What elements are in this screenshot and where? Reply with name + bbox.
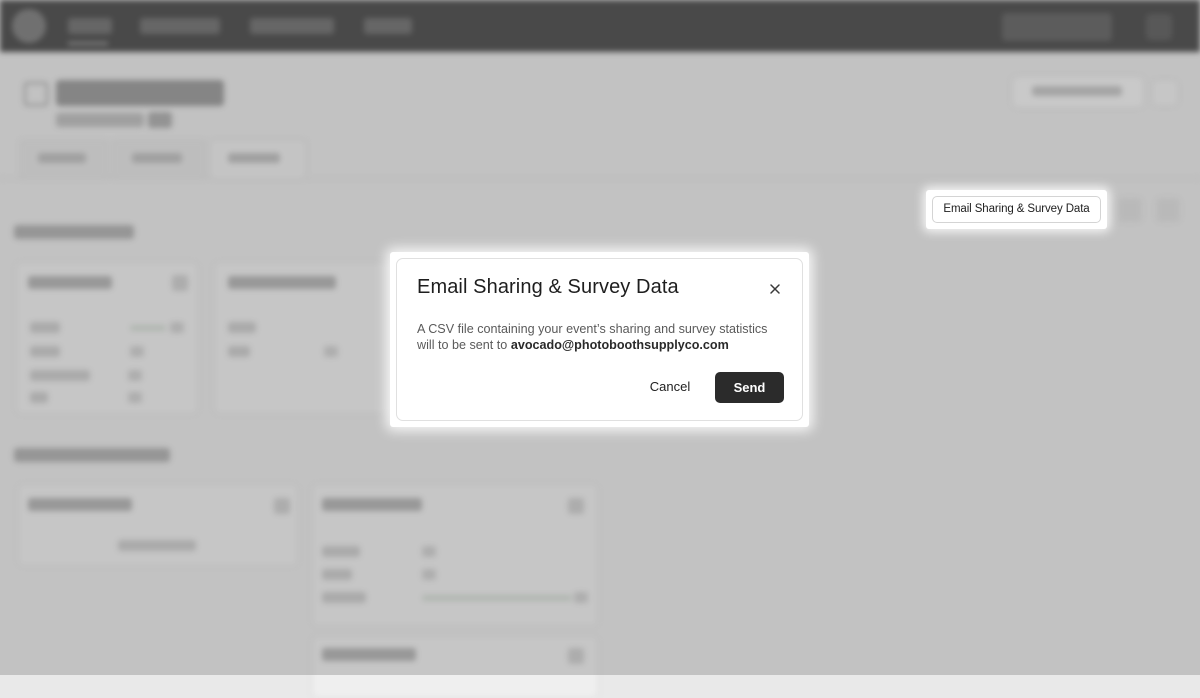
email-sharing-survey-data-button[interactable]: Email Sharing & Survey Data (932, 196, 1101, 223)
dialog-message: A CSV file containing your event’s shari… (417, 321, 787, 353)
cancel-button[interactable]: Cancel (637, 372, 703, 402)
send-button[interactable]: Send (715, 372, 784, 403)
recipient-email: avocado@photoboothsupplyco.com (510, 338, 729, 352)
email-data-dialog: Email Sharing & Survey Data A CSV file c… (396, 258, 803, 421)
dialog-title: Email Sharing & Survey Data (417, 276, 679, 298)
close-icon[interactable] (765, 279, 785, 299)
